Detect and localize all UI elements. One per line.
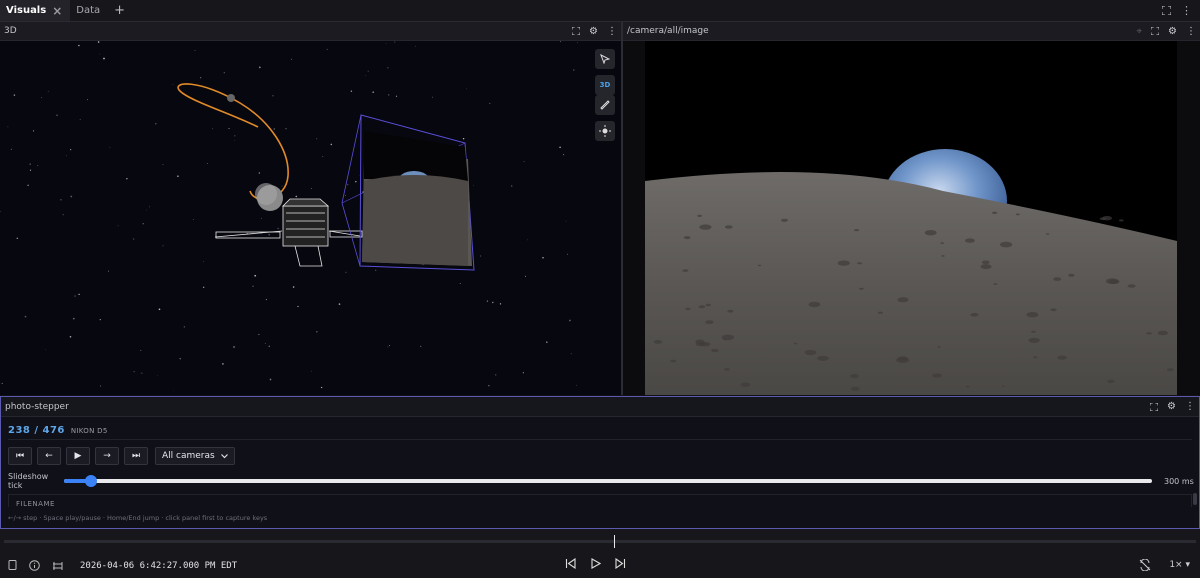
more-icon[interactable]: ⋮: [1181, 4, 1192, 17]
orbit-icon[interactable]: [595, 121, 615, 141]
panel-title: /camera/all/image: [627, 26, 709, 36]
next-photo-button[interactable]: →: [95, 447, 119, 465]
sync-off-icon[interactable]: [1139, 559, 1151, 571]
skip-forward-icon[interactable]: [615, 558, 626, 569]
playback-bar: 2026-04-06 6:42:27.000 PM EDT 1× ▾: [0, 553, 1200, 578]
panel-image: /camera/all/image ⌖ ⚙ ⋮: [623, 22, 1200, 395]
column-header-filename[interactable]: FILENAME: [9, 495, 1191, 507]
3d-mode-toggle[interactable]: 3D: [595, 75, 615, 95]
info-icon[interactable]: [29, 560, 40, 571]
3d-scene: [0, 41, 578, 391]
slideshow-slider-row: Slideshow tick 300 ms: [8, 472, 1194, 490]
image-viewport[interactable]: [623, 41, 1200, 395]
chevron-down-icon: [220, 453, 228, 459]
panel-title: photo-stepper: [5, 401, 69, 412]
playback-speed-select[interactable]: 1× ▾: [1169, 560, 1190, 570]
camera-select-value: All cameras: [162, 451, 215, 461]
cursor-icon[interactable]: [595, 49, 615, 69]
gear-icon[interactable]: ⚙: [1167, 401, 1176, 412]
more-icon[interactable]: ⋮: [607, 26, 617, 37]
previous-photo-button[interactable]: ←: [37, 447, 61, 465]
current-timestamp: 2026-04-06 6:42:27.000 PM EDT: [80, 560, 238, 571]
tab-label: Data: [76, 5, 101, 16]
timeline[interactable]: [0, 529, 1200, 553]
slider-value: 300 ms: [1164, 476, 1194, 486]
playhead-icon[interactable]: [8, 560, 17, 571]
slideshow-tick-slider[interactable]: [64, 475, 1152, 487]
tab-bar: Visuals × Data + ⋮: [0, 0, 1200, 22]
fullscreen-icon[interactable]: [1150, 402, 1159, 411]
panel-title: 3D: [4, 26, 17, 36]
tab-label: Visuals: [6, 5, 47, 16]
slider-label: Slideshow tick: [8, 472, 49, 490]
photo-table: FILENAME: [8, 494, 1192, 507]
table-scrollbar[interactable]: [1193, 493, 1197, 505]
panel-header: 3D ⚙ ⋮: [0, 22, 621, 41]
tab-data[interactable]: Data: [70, 0, 108, 21]
timeline-cursor[interactable]: [614, 535, 616, 548]
photo-counter: 238 / 476: [8, 425, 65, 436]
camera-image: [623, 41, 1200, 395]
first-photo-button[interactable]: ⏮: [8, 447, 32, 465]
panel-photo-stepper: photo-stepper ⚙ ⋮ 238 / 476 NIKON D5 ⏮ ←…: [0, 396, 1200, 529]
timeline-track[interactable]: [4, 540, 1196, 543]
fullscreen-icon[interactable]: [1151, 27, 1160, 35]
gear-icon[interactable]: ⚙: [1168, 26, 1177, 37]
stepper-controls: ⏮ ← ▶ → ⏭ All cameras: [8, 447, 235, 465]
panel-3d: 3D ⚙ ⋮ 3D: [0, 22, 621, 395]
slider-thumb[interactable]: [85, 475, 98, 487]
divider: [8, 439, 1192, 440]
gear-icon[interactable]: ⚙: [589, 26, 598, 37]
skip-back-icon[interactable]: [565, 558, 576, 569]
fullscreen-icon[interactable]: [1162, 6, 1171, 15]
moon-marker: [227, 94, 235, 102]
play-button[interactable]: ▶: [66, 447, 90, 465]
crosshair-icon[interactable]: ⌖: [1136, 26, 1142, 37]
more-icon[interactable]: ⋮: [1185, 401, 1195, 412]
camera-name: NIKON D5: [70, 427, 108, 435]
more-icon[interactable]: ⋮: [1186, 26, 1196, 37]
camera-frustum: [341, 114, 475, 271]
loop-icon[interactable]: [52, 561, 64, 571]
keyboard-hint: ←/→ step · Space play/pause · Home/End j…: [8, 514, 268, 522]
spacecraft-model: [214, 198, 363, 267]
camera-select[interactable]: All cameras: [155, 447, 235, 465]
ruler-icon[interactable]: [595, 95, 615, 115]
play-icon[interactable]: [590, 558, 601, 569]
last-photo-button[interactable]: ⏭: [124, 447, 148, 465]
caret-down-icon: ▾: [1185, 560, 1190, 570]
speed-value: 1×: [1169, 560, 1183, 570]
3d-viewport[interactable]: 3D: [0, 41, 621, 395]
tab-visuals[interactable]: Visuals ×: [0, 0, 71, 21]
plus-icon[interactable]: +: [108, 0, 131, 21]
panel-header: photo-stepper ⚙ ⋮: [1, 397, 1199, 417]
panel-header: /camera/all/image ⌖ ⚙ ⋮: [623, 22, 1200, 41]
fullscreen-icon[interactable]: [572, 27, 581, 35]
close-icon[interactable]: ×: [52, 5, 62, 17]
